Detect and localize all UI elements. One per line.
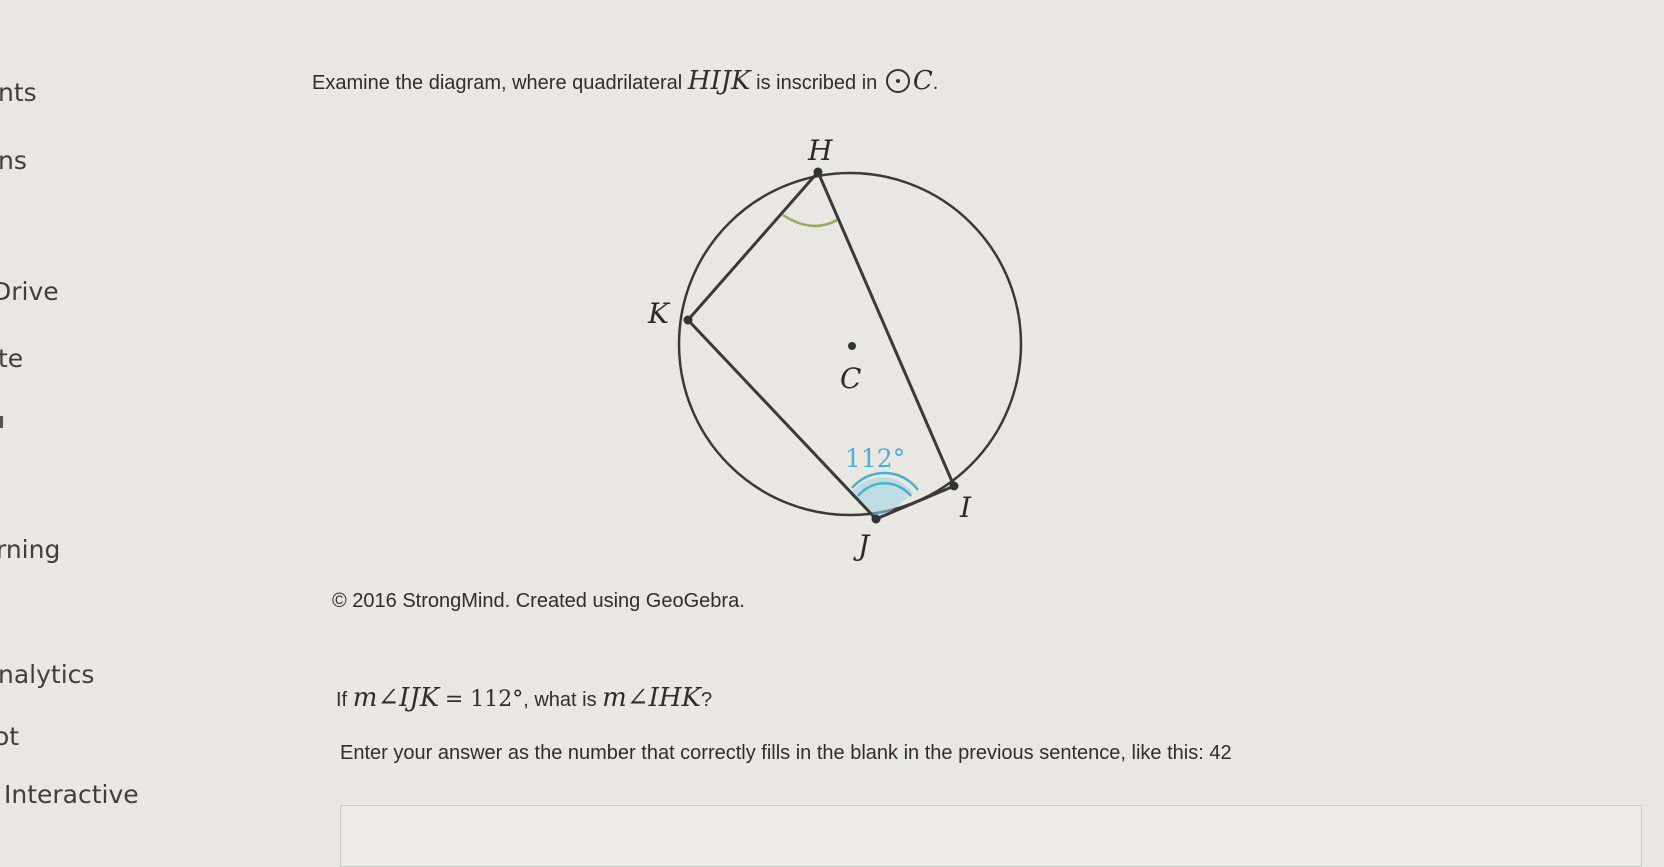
vertex-h: [813, 167, 823, 177]
sidebar-item-interactive[interactable]: Interactive: [4, 780, 139, 809]
label-angle-112: 112°: [845, 444, 905, 473]
circle-dot-icon: [885, 69, 910, 93]
label-h: H: [807, 134, 833, 167]
side-hi: [816, 171, 956, 487]
side-kh: [686, 171, 820, 321]
prompt-if: If: [336, 689, 348, 711]
circle-name: C: [912, 66, 933, 96]
quadrilateral-name: HIJK: [687, 66, 751, 96]
label-c: C: [840, 362, 861, 395]
sidebar: nts ns Drive te rning nalytics ot Intera…: [0, 0, 200, 832]
intro-end: .: [932, 72, 939, 94]
sidebar-item-drive[interactable]: Drive: [0, 277, 59, 306]
vertex-k: [683, 315, 693, 325]
vertex-i: [949, 481, 959, 491]
prompt-end: ?: [700, 689, 713, 711]
angle-h-arc: [782, 213, 838, 228]
diagram-copyright: © 2016 StrongMind. Created using GeoGebr…: [332, 590, 745, 612]
question-prompt: If m∠IJK = 112°, what is m∠IHK?: [336, 683, 712, 713]
given-angle: m∠IJK: [352, 683, 440, 713]
sidebar-item-nalytics[interactable]: nalytics: [0, 660, 94, 689]
sidebar-item-rning[interactable]: rning: [0, 535, 60, 564]
intro-mid: is inscribed in: [756, 72, 878, 94]
sidebar-item-fragment: [0, 416, 3, 428]
center-c: [848, 342, 856, 350]
vertex-j: [871, 514, 881, 524]
label-k: K: [647, 297, 671, 330]
sidebar-item-ns[interactable]: ns: [0, 146, 27, 175]
label-i: I: [959, 491, 972, 524]
inscribed-quadrilateral-diagram: H K C I J 112°: [647, 134, 1023, 562]
sidebar-item-ot[interactable]: ot: [0, 722, 19, 751]
sidebar-item-nts[interactable]: nts: [0, 78, 37, 107]
asked-angle: m∠IHK: [602, 683, 701, 713]
answer-input[interactable]: [340, 805, 1642, 867]
given-value: = 112°: [444, 687, 524, 712]
prompt-mid: , what is: [523, 689, 597, 711]
answer-instructions: Enter your answer as the number that cor…: [340, 742, 1232, 764]
intro-text: Examine the diagram, where quadrilateral: [312, 72, 683, 94]
side-jk: [686, 318, 878, 521]
label-j: J: [853, 529, 871, 562]
sidebar-item-te[interactable]: te: [0, 344, 23, 373]
question-intro: Examine the diagram, where quadrilateral…: [312, 66, 938, 96]
